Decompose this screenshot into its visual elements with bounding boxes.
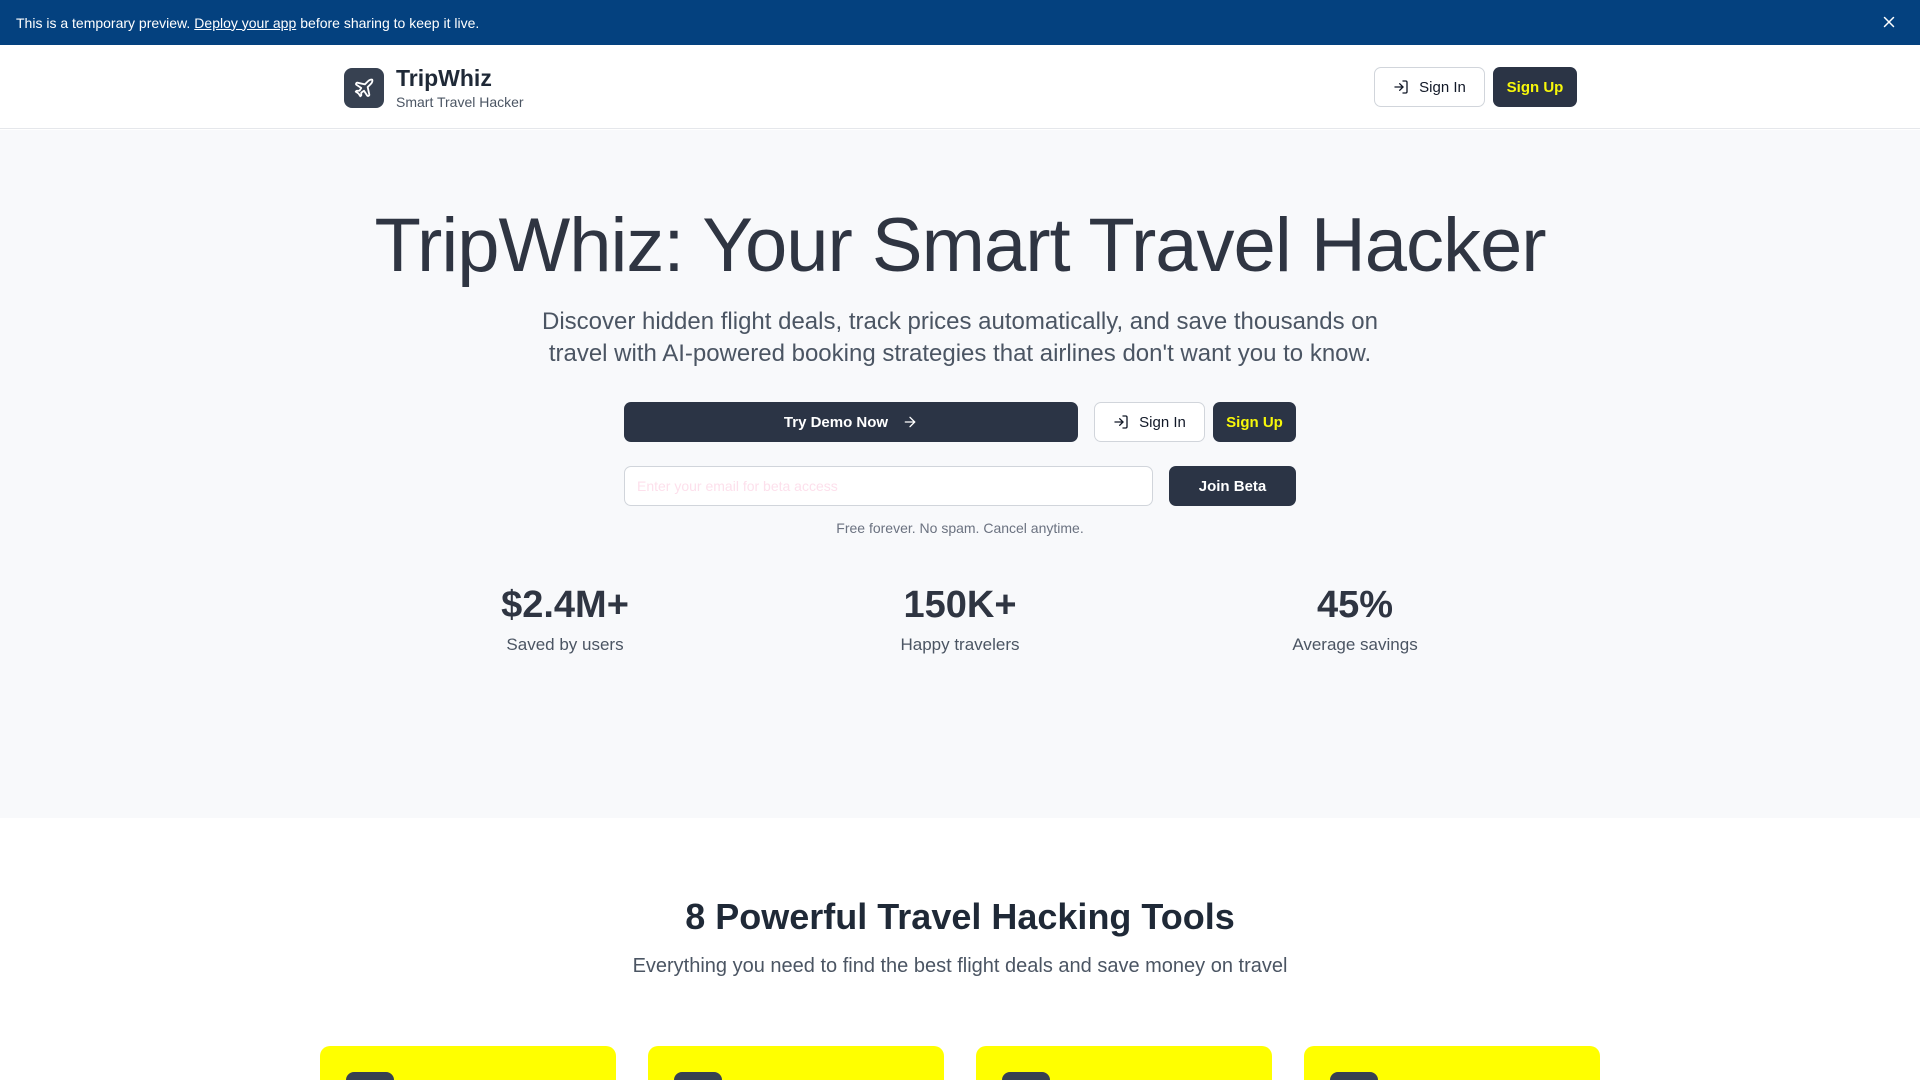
preview-banner: This is a temporary preview. Deploy your… [0,0,1920,45]
banner-text-before: This is a temporary preview. [16,14,191,31]
tool-icon [1002,1072,1050,1080]
stat-label: Happy travelers [900,635,1020,654]
header-sign-up-button[interactable]: Sign Up [1493,67,1577,107]
tool-card[interactable] [648,1046,944,1080]
sign-in-icon [1114,415,1128,429]
stat-travelers: 150K+ Happy travelers [810,584,1110,655]
hero-title: TripWhiz: Your Smart Travel Hacker [374,203,1546,288]
tool-icon [674,1072,722,1080]
site-header: TripWhiz Smart Travel Hacker Sign In Sig… [0,45,1920,129]
try-demo-label: Try Demo Now [783,413,889,431]
stat-value: 45% [1316,584,1394,626]
deploy-app-link[interactable]: Deploy your app [194,15,296,31]
stat-value: $2.4M+ [501,584,629,626]
hero-sign-in-label: Sign In [1139,413,1186,431]
beta-email-input[interactable] [624,466,1153,506]
header-sign-in-button[interactable]: Sign In [1374,67,1485,107]
hero-section: TripWhiz: Your Smart Travel Hacker Disco… [0,130,1920,818]
stat-label: Average savings [1292,635,1418,654]
tools-title: 8 Powerful Travel Hacking Tools [685,896,1235,937]
tool-icon [346,1072,394,1080]
stat-savings: 45% Average savings [1205,584,1505,655]
header-sign-in-label: Sign In [1419,78,1466,96]
hero-subtitle: Discover hidden flight deals, track pric… [541,308,1378,367]
brand-logo [344,67,384,108]
tool-card[interactable] [320,1046,616,1080]
tool-icon [1330,1072,1378,1080]
sign-in-icon [1394,80,1408,94]
stat-value: 150K+ [903,584,1017,626]
hero-sign-in-button[interactable]: Sign In [1094,402,1205,442]
close-icon[interactable] [1880,13,1898,31]
banner-text-after: before sharing to keep it live. [300,14,480,31]
stat-label: Saved by users [506,635,624,654]
tools-subtitle: Everything you need to find the best fli… [632,955,1288,977]
hero-sign-up-button[interactable]: Sign Up [1213,402,1296,442]
try-demo-button[interactable]: Try Demo Now [624,402,1078,442]
tool-card[interactable] [1304,1046,1600,1080]
tool-card[interactable] [976,1046,1272,1080]
join-beta-button[interactable]: Join Beta [1169,466,1296,506]
plane-icon [354,78,374,97]
fine-print: Free forever. No spam. Cancel anytime. [836,520,1084,536]
brand-tagline: Smart Travel Hacker [396,94,524,110]
arrow-right-icon [904,416,916,428]
stat-saved: $2.4M+ Saved by users [415,584,715,655]
brand-name: TripWhiz [396,65,492,91]
brand[interactable]: TripWhiz Smart Travel Hacker [344,65,524,110]
